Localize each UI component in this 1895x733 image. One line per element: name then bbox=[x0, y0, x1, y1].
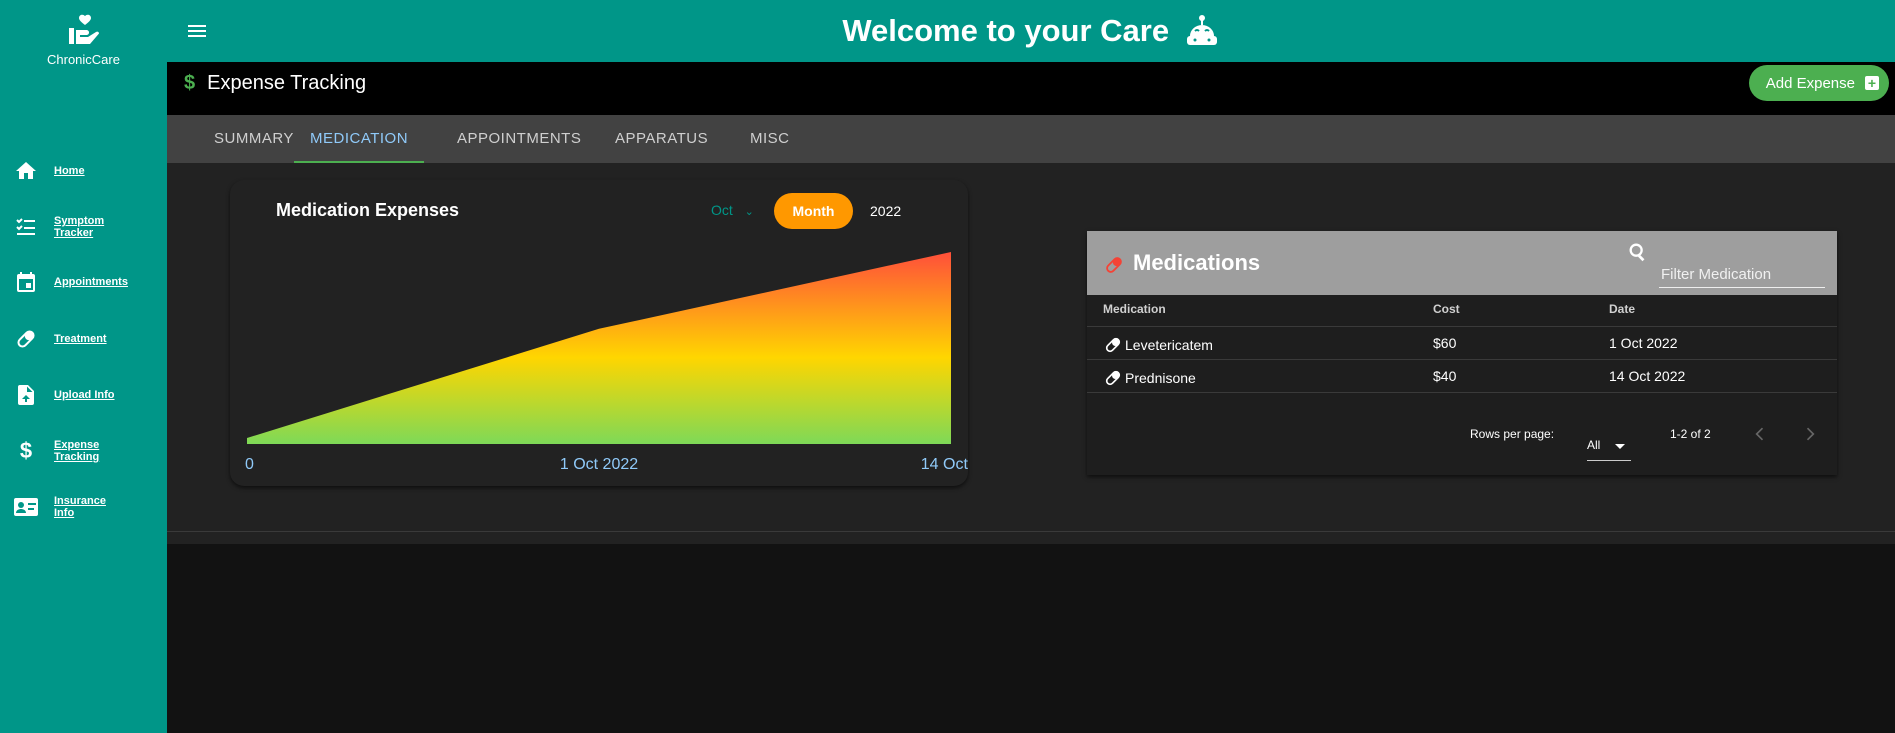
medications-header: Medications bbox=[1087, 231, 1837, 295]
filter-medication-input[interactable] bbox=[1659, 261, 1825, 288]
dollar-icon: $ bbox=[184, 72, 196, 94]
medication-name: Levetericatem bbox=[1125, 337, 1213, 353]
sidebar-item-label: Home bbox=[54, 165, 85, 177]
page-heading: Welcome to your Care bbox=[167, 13, 1895, 49]
sidebar-item-symptom-tracker[interactable]: Symptom Tracker bbox=[0, 207, 167, 247]
x-tick-label: 1 Oct 2022 bbox=[560, 456, 638, 473]
medication-cell: Prednisone bbox=[1103, 368, 1196, 388]
previous-page-icon[interactable] bbox=[1750, 424, 1770, 444]
sidebar-item-label: Symptom Tracker bbox=[54, 215, 105, 239]
column-header-cost[interactable]: Cost bbox=[1433, 302, 1460, 316]
tab-medication[interactable]: MEDICATION bbox=[294, 115, 425, 163]
id-card-icon bbox=[13, 494, 39, 520]
tab-appointments[interactable]: APPOINTMENTS bbox=[457, 115, 581, 163]
sidebar-item-label: Insurance Info bbox=[54, 495, 106, 519]
tab-apparatus[interactable]: APPARATUS bbox=[615, 115, 708, 163]
cost-cell: $40 bbox=[1433, 368, 1457, 384]
rows-per-page-value: All bbox=[1587, 438, 1601, 452]
sidebar: ChronicCare Home Symptom Tracker Appoint… bbox=[0, 0, 167, 733]
sidebar-item-upload-info[interactable]: Upload Info bbox=[0, 375, 167, 415]
rows-per-page-label: Rows per page: bbox=[1470, 427, 1555, 441]
logo[interactable]: ChronicCare bbox=[0, 14, 167, 67]
sidebar-item-label: Upload Info bbox=[54, 389, 115, 401]
page-toolbar: $ Expense Tracking Add Expense + bbox=[167, 62, 1895, 115]
rows-per-page-select[interactable]: All bbox=[1587, 438, 1631, 461]
sidebar-item-insurance-info[interactable]: Insurance Info bbox=[0, 487, 167, 527]
tab-bar: SUMMARY MEDICATION APPOINTMENTS APPARATU… bbox=[167, 115, 1895, 163]
x-tick-label: 0 bbox=[245, 456, 254, 473]
app-header: Welcome to your Care bbox=[167, 0, 1895, 62]
next-page-icon[interactable] bbox=[1800, 424, 1820, 444]
heart-hand-icon bbox=[68, 14, 99, 44]
plus-icon: + bbox=[1865, 75, 1879, 91]
upload-file-icon bbox=[13, 382, 39, 408]
search-icon[interactable] bbox=[1627, 241, 1649, 263]
medications-title: Medications bbox=[1133, 250, 1261, 275]
series-area bbox=[247, 252, 951, 444]
panel-footer bbox=[167, 531, 1895, 544]
date-cell: 14 Oct 2022 bbox=[1609, 368, 1686, 384]
home-icon bbox=[13, 158, 39, 184]
x-tick-label: 14 Oct 2 bbox=[921, 456, 968, 473]
area-chart: 0 1 Oct 2022 14 Oct 2 bbox=[245, 252, 968, 473]
pagination-count: 1-2 of 2 bbox=[1670, 427, 1711, 441]
brand-name: ChronicCare bbox=[47, 52, 120, 67]
medications-table-card: Medications Medication Cost Date Leveter… bbox=[1087, 231, 1837, 475]
pill-icon bbox=[1105, 370, 1121, 386]
calendar-icon bbox=[13, 269, 39, 295]
pill-icon bbox=[1105, 337, 1121, 353]
welcome-title: Welcome to your Care bbox=[842, 13, 1170, 48]
medication-cell: Levetericatem bbox=[1103, 335, 1213, 355]
add-expense-button[interactable]: Add Expense + bbox=[1748, 65, 1889, 101]
page-title: $ Expense Tracking bbox=[184, 72, 366, 95]
table-row[interactable]: Levetericatem $60 1 Oct 2022 bbox=[1087, 326, 1837, 359]
medication-expenses-chart: Medication Expenses Oct ⌄ Month 2022 01 … bbox=[230, 180, 968, 486]
sidebar-item-label: Appointments bbox=[54, 276, 128, 288]
column-header-medication[interactable]: Medication bbox=[1103, 302, 1166, 316]
sidebar-item-label: Treatment bbox=[54, 333, 107, 345]
sidebar-item-appointments[interactable]: Appointments bbox=[0, 262, 167, 302]
checklist-icon bbox=[13, 214, 39, 240]
page-title-text: Expense Tracking bbox=[207, 72, 367, 94]
sidebar-item-expense-tracking[interactable]: $ Expense Tracking bbox=[0, 431, 167, 471]
robot-icon bbox=[1186, 15, 1217, 45]
sidebar-item-treatment[interactable]: Treatment bbox=[0, 319, 167, 359]
table-row[interactable]: Prednisone $40 14 Oct 2022 bbox=[1087, 359, 1837, 393]
cost-cell: $60 bbox=[1433, 335, 1457, 351]
pill-icon bbox=[13, 326, 39, 352]
date-cell: 1 Oct 2022 bbox=[1609, 335, 1678, 351]
sidebar-item-home[interactable]: Home bbox=[0, 151, 167, 191]
tab-misc[interactable]: MISC bbox=[750, 115, 790, 163]
medication-name: Prednisone bbox=[1125, 370, 1196, 386]
pill-icon bbox=[1106, 257, 1122, 273]
dollar-icon: $ bbox=[19, 438, 33, 463]
add-expense-label: Add Expense bbox=[1765, 74, 1855, 92]
tab-summary[interactable]: SUMMARY bbox=[214, 115, 294, 163]
caret-down-icon bbox=[1615, 444, 1625, 449]
sidebar-item-label: Expense Tracking bbox=[54, 439, 100, 463]
column-header-date[interactable]: Date bbox=[1609, 302, 1635, 316]
